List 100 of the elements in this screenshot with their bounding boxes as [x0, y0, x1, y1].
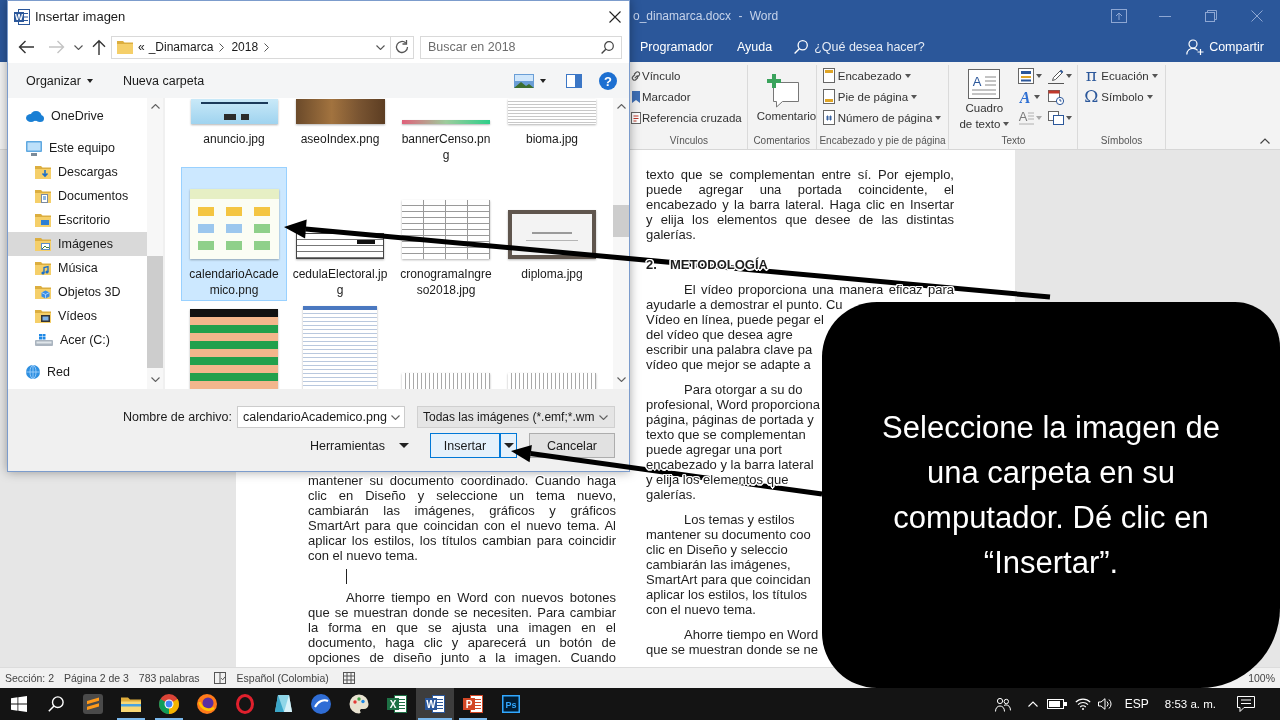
- file-item[interactable]: aseoIndex.png: [287, 98, 393, 166]
- picture-view-icon[interactable]: [514, 73, 534, 88]
- dropdown-button[interactable]: [500, 433, 517, 458]
- image-editor-icon: Ps: [502, 695, 520, 713]
- page-indicator[interactable]: Página 2 de 3: [64, 672, 129, 684]
- filename-field[interactable]: calendarioAcademico.png: [237, 406, 405, 428]
- text-line: puede agregar una port: [646, 442, 782, 457]
- chevron-right-icon[interactable]: [264, 42, 270, 52]
- editor-icon: [83, 694, 103, 714]
- battery-icon[interactable]: [1046, 699, 1067, 709]
- nav-item[interactable]: Vídeos: [8, 304, 147, 328]
- nav-item[interactable]: Acer (C:): [8, 328, 147, 352]
- ribbon-button[interactable]: A Cuadro de texto: [955, 65, 1014, 132]
- taskbar-button[interactable]: X: [378, 688, 416, 720]
- scrollbar-thumb[interactable]: [613, 205, 629, 237]
- file-item[interactable]: anuncio.jpg: [181, 98, 287, 166]
- search-icon[interactable]: [794, 40, 809, 54]
- blocks-page-icon: [1018, 67, 1035, 84]
- minimize-icon[interactable]: [1159, 15, 1171, 17]
- language-indicator[interactable]: Español (Colombia): [236, 672, 329, 684]
- file-item[interactable]: bioma.jpg: [499, 98, 605, 166]
- ribbon-button[interactable]: Número de página: [822, 107, 945, 128]
- scrollbar[interactable]: [147, 98, 163, 389]
- nav-item[interactable]: Escritorio: [8, 208, 147, 232]
- search-icon[interactable]: [47, 696, 64, 712]
- file-item[interactable]: cedulaElectoral.jpg: [287, 167, 393, 301]
- wheel-icon: [159, 694, 179, 714]
- people-icon[interactable]: [994, 696, 1011, 712]
- close-icon[interactable]: [609, 10, 621, 23]
- taskbar-button[interactable]: Ps: [492, 688, 530, 720]
- address-bar[interactable]: « _Dinamarca 2018: [111, 35, 414, 59]
- notification-icon[interactable]: [1237, 696, 1255, 712]
- ribbon-button[interactable]: Ω Símbolo: [1084, 86, 1161, 107]
- ribbon-button[interactable]: Marcador: [631, 86, 745, 107]
- dialog-button[interactable]: Cancelar: [529, 433, 615, 458]
- text-line: ayudarle a demostrar el punto. Cu: [646, 297, 843, 312]
- new-folder-button[interactable]: Nueva carpeta: [122, 67, 205, 94]
- breadcrumb-item[interactable]: _Dinamarca: [148, 36, 214, 58]
- ribbon-tab[interactable]: Programador: [628, 32, 725, 62]
- tools-button[interactable]: Herramientas: [309, 433, 409, 458]
- file-item[interactable]: calendarioAcademico.png: [181, 167, 287, 301]
- clock[interactable]: 8:53 a. m.: [1164, 698, 1216, 710]
- ribbon-button[interactable]: Vínculo: [631, 65, 745, 86]
- chevron-down-icon[interactable]: [390, 414, 400, 420]
- back-arrow-icon[interactable]: [18, 40, 34, 54]
- ribbon-icon-button[interactable]: A: [1017, 86, 1044, 107]
- share-button[interactable]: Compartir: [1186, 32, 1264, 62]
- dialog-button[interactable]: Insertar: [430, 433, 500, 458]
- chevron-down-icon[interactable]: [599, 414, 608, 420]
- taskbar-button[interactable]: W: [416, 688, 454, 720]
- breadcrumb-item[interactable]: 2018: [231, 36, 259, 58]
- ribbon-button[interactable]: π Ecuación: [1084, 65, 1161, 86]
- search-field[interactable]: Buscar en 2018: [420, 35, 622, 59]
- windows-icon[interactable]: [10, 696, 27, 712]
- nav-item[interactable]: Imágenes: [8, 232, 147, 256]
- nav-item[interactable]: Documentos: [8, 184, 147, 208]
- chevron-down-icon[interactable]: [616, 377, 626, 382]
- nav-item[interactable]: OneDrive: [8, 104, 147, 128]
- scrollbar-thumb[interactable]: [147, 256, 163, 368]
- drive-icon: [35, 334, 53, 346]
- chevron-right-icon[interactable]: [219, 42, 225, 52]
- help-icon[interactable]: ?: [599, 71, 617, 90]
- wifi-icon[interactable]: [1074, 698, 1091, 710]
- chevron-down-icon[interactable]: [74, 44, 83, 50]
- file-item[interactable]: cronogramaIngreso2018.jpg: [393, 167, 499, 301]
- nav-item[interactable]: Música: [8, 256, 147, 280]
- grid-icon[interactable]: [342, 672, 355, 684]
- text-line: con el nuevo tema.: [646, 602, 756, 617]
- chevron-down-icon[interactable]: [150, 377, 160, 382]
- volume-icon[interactable]: [1097, 698, 1112, 710]
- preview-pane-icon[interactable]: [566, 73, 582, 88]
- ribbon-tab[interactable]: Ayuda: [724, 32, 785, 62]
- book-check-icon[interactable]: [213, 672, 226, 684]
- file-type-dropdown[interactable]: Todas las imágenes (*.emf;*.wm: [417, 406, 615, 428]
- zoom-level[interactable]: 100%: [1248, 672, 1275, 684]
- ribbon-button[interactable]: Encabezado: [822, 65, 945, 86]
- organize-button[interactable]: Organizar: [26, 67, 93, 94]
- nav-item[interactable]: Descargas: [8, 160, 147, 184]
- refresh-icon[interactable]: [395, 40, 409, 54]
- search-icon[interactable]: [601, 40, 614, 54]
- nav-item[interactable]: Este equipo: [8, 136, 147, 160]
- tell-me-field[interactable]: ¿Qué desea hacer?: [814, 40, 933, 54]
- up-arrow-icon[interactable]: [92, 39, 106, 55]
- breadcrumb-overflow[interactable]: «: [138, 36, 145, 58]
- chevron-down-icon[interactable]: [376, 44, 385, 50]
- ribbon-button[interactable]: Referencia cruzada: [631, 107, 745, 128]
- text-line: texto que se complementan: [646, 427, 806, 442]
- word-count[interactable]: 783 palabras: [138, 672, 200, 684]
- scrollbar[interactable]: [613, 98, 629, 389]
- nav-item[interactable]: Objetos 3D: [8, 280, 147, 304]
- file-item[interactable]: bannerCenso.png: [393, 98, 499, 166]
- file-item[interactable]: diploma.jpg: [499, 167, 605, 301]
- download-folder-icon: [35, 165, 51, 179]
- restore-icon[interactable]: [1205, 10, 1217, 22]
- ribbon-icon-button[interactable]: [1017, 65, 1044, 86]
- section-indicator[interactable]: Sección: 2: [5, 672, 55, 684]
- ribbon-button[interactable]: Pie de página: [822, 86, 945, 107]
- chevron-up-icon[interactable]: [1260, 138, 1270, 144]
- nav-item[interactable]: Red: [8, 360, 147, 384]
- input-language[interactable]: ESP: [1124, 697, 1149, 711]
